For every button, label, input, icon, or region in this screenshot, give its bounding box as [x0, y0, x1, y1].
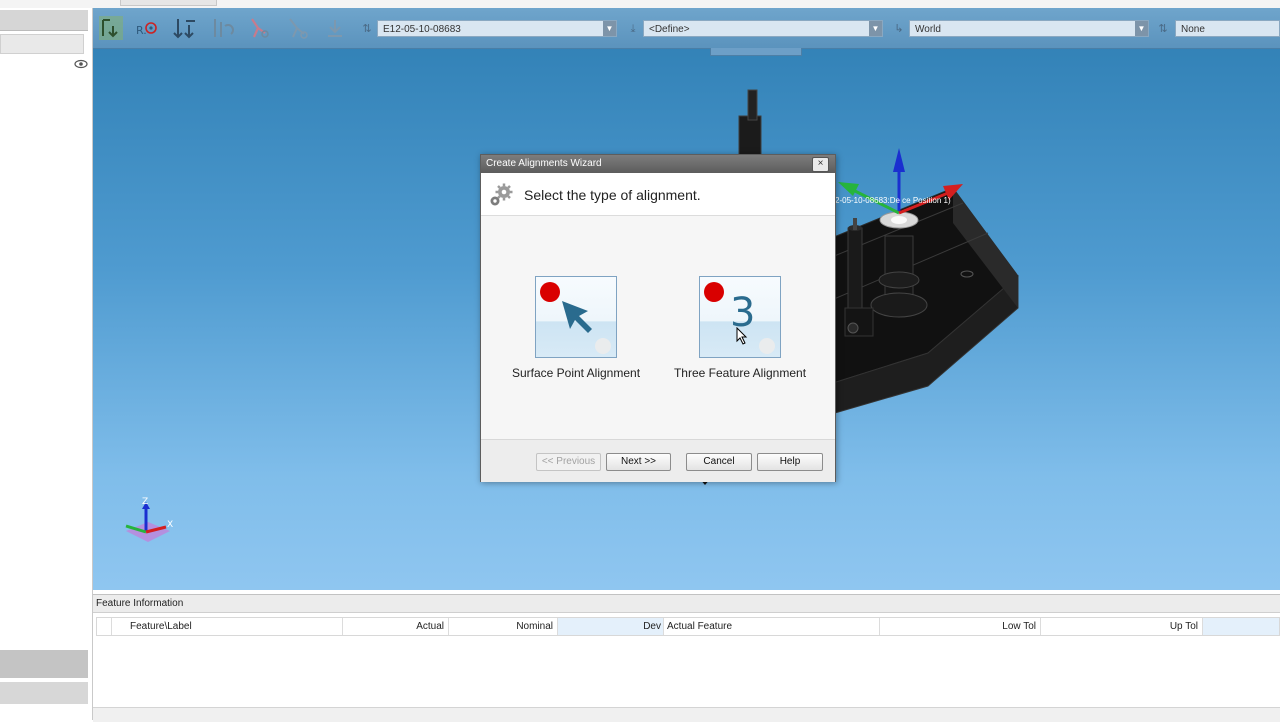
3d-feature-label: 2-05-10-08683:De ce Position 1): [835, 196, 951, 205]
previous-button[interactable]: << Previous: [536, 453, 601, 471]
dialog-header: Select the type of alignment.: [481, 173, 835, 216]
column-feature-label[interactable]: Feature\Label: [112, 618, 343, 635]
snap-tool-icon[interactable]: [323, 16, 347, 40]
column-selector[interactable]: [97, 618, 112, 635]
column-up-tol[interactable]: Up Tol: [1041, 618, 1203, 635]
coordinate-combobox-value: World: [915, 24, 941, 35]
dialog-body: Surface Point Alignment 3 Three Feature …: [481, 216, 835, 439]
svg-text:R.: R.: [136, 24, 147, 37]
reference-combobox-value: None: [1181, 24, 1205, 35]
part-combobox[interactable]: E12-05-10-08683 ▼: [377, 20, 617, 37]
dialog-title: Create Alignments Wizard: [486, 158, 602, 169]
surface-point-alignment-label: Surface Point Alignment: [511, 366, 641, 380]
column-nominal[interactable]: Nominal: [449, 618, 558, 635]
gears-icon: [490, 183, 513, 206]
move-down-tool-icon[interactable]: [173, 16, 197, 40]
triad-z-label: Z: [142, 497, 148, 507]
align-tool-icon[interactable]: [99, 16, 123, 40]
mouse-cursor-icon: [736, 327, 748, 345]
feature-information-title: Feature Information: [93, 595, 1280, 613]
left-panel-section-header[interactable]: [0, 650, 88, 678]
coordinate-combobox[interactable]: World ▼: [909, 20, 1149, 37]
ghost-point-icon: [595, 338, 611, 354]
column-dev[interactable]: Dev: [558, 618, 664, 635]
measure-tool-icon[interactable]: [211, 16, 235, 40]
left-panel-header: [0, 10, 88, 31]
dialog-heading: Select the type of alignment.: [524, 187, 701, 203]
alignment-selector-icon: ⤓: [630, 23, 636, 35]
top-tab[interactable]: [120, 0, 217, 6]
feature-information-panel: Feature Information Feature\Label Actual…: [93, 594, 1280, 722]
chevron-down-icon[interactable]: ▼: [1135, 21, 1148, 36]
left-panel: [0, 8, 93, 720]
column-low-tol[interactable]: Low Tol: [880, 618, 1041, 635]
column-extra[interactable]: [1203, 618, 1279, 635]
toolbar-collapse-tab[interactable]: [710, 48, 802, 56]
help-button[interactable]: Help: [757, 453, 823, 471]
left-panel-section-header-2[interactable]: [0, 682, 88, 704]
part-selector-icon: ⇅: [362, 23, 372, 35]
column-actual[interactable]: Actual: [343, 618, 449, 635]
coordinate-selector-icon: ↳: [894, 23, 904, 35]
reference-combobox[interactable]: None: [1175, 20, 1280, 37]
viewport-toolbar: R. ⇅ E12-05-10-08683 ▼ ⤓ <Define> ▼ ↳ Wo…: [93, 8, 1280, 49]
surface-point-alignment-option[interactable]: Surface Point Alignment: [506, 276, 646, 380]
alignment-combobox-value: <Define>: [649, 24, 690, 35]
surface-point-alignment-tile[interactable]: [535, 276, 617, 358]
dialog-titlebar[interactable]: Create Alignments Wizard ×: [481, 155, 835, 173]
create-alignments-dialog: Create Alignments Wizard × Select the ty…: [480, 154, 836, 482]
close-button[interactable]: ×: [812, 157, 829, 172]
three-feature-alignment-option[interactable]: 3 Three Feature Alignment: [670, 276, 810, 380]
pick-point-tool-icon[interactable]: [247, 16, 271, 40]
three-feature-alignment-tile[interactable]: 3: [699, 276, 781, 358]
part-combobox-value: E12-05-10-08683: [383, 24, 461, 35]
chevron-down-icon[interactable]: ▼: [603, 21, 616, 36]
probe-tool-icon[interactable]: [285, 16, 309, 40]
red-point-icon: [704, 282, 724, 302]
left-panel-search-field[interactable]: [0, 34, 84, 54]
ghost-point-icon: [759, 338, 775, 354]
next-button[interactable]: Next >>: [606, 453, 671, 471]
alignment-combobox[interactable]: <Define> ▼: [643, 20, 883, 37]
triad-x-label: X: [167, 520, 173, 530]
chevron-down-icon[interactable]: ▼: [869, 21, 882, 36]
column-actual-feature[interactable]: Actual Feature: [664, 618, 880, 635]
dialog-footer: << Previous Next >> Cancel Help: [481, 439, 835, 482]
axis-triad-icon: Z X: [125, 497, 173, 542]
eye-icon[interactable]: [74, 59, 88, 69]
arrow-cursor-icon: [562, 301, 592, 333]
red-point-icon: [540, 282, 560, 302]
feature-table-header: Feature\Label Actual Nominal Dev Actual …: [96, 617, 1280, 636]
three-feature-alignment-label: Three Feature Alignment: [673, 366, 807, 380]
rotate-tool-icon[interactable]: R.: [135, 16, 159, 40]
reference-selector-icon: ⇅: [1158, 23, 1168, 35]
cancel-button[interactable]: Cancel: [686, 453, 752, 471]
